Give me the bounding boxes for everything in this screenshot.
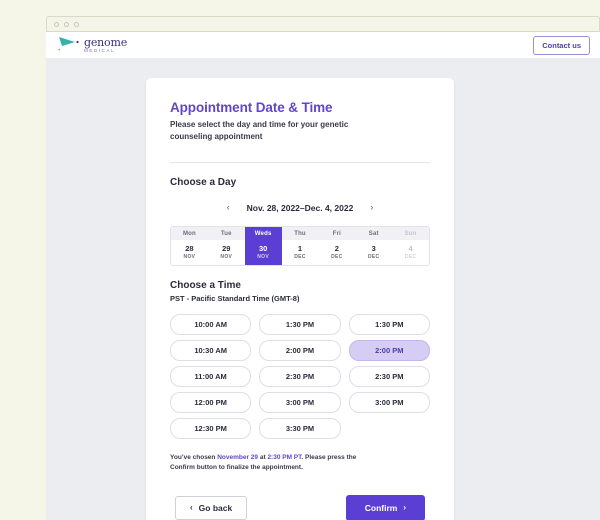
week-navigator: ‹ Nov. 28, 2022–Dec. 4, 2022 ›	[170, 201, 430, 214]
genome-medical-logo[interactable]: genome MEDICAL	[58, 35, 127, 56]
note-prefix: You’ve chosen	[170, 454, 218, 462]
chevron-right-icon: ›	[403, 503, 406, 513]
day-month-label: DEC	[404, 254, 417, 261]
time-slot-chip[interactable]: 12:30 PM	[170, 418, 252, 440]
time-slot-chip[interactable]: 2:00 PM	[348, 340, 430, 362]
time-slot-chip[interactable]: 3:30 PM	[259, 418, 341, 440]
time-slot-chip[interactable]: 1:30 PM	[259, 314, 341, 336]
appointment-card: Appointment Date & Time Please select th…	[146, 78, 454, 520]
logo-subword: MEDICAL	[84, 47, 116, 53]
time-slot-chip[interactable]: 11:00 AM	[170, 366, 252, 388]
chevron-left-icon: ‹	[190, 503, 193, 513]
day-cell[interactable]: Fri 2 DEC	[318, 227, 356, 266]
app-body: Appointment Date & Time Please select th…	[46, 58, 600, 520]
day-cell[interactable]: Sat 3 DEC	[355, 227, 393, 266]
header-divider	[170, 162, 430, 164]
time-slot-chip[interactable]: 10:30 AM	[170, 340, 252, 362]
timezone-label: PST - Pacific Standard Time (GMT-8)	[170, 294, 300, 304]
note-date: November 29	[217, 454, 259, 462]
browser-chrome-bar	[46, 16, 600, 32]
day-of-week-label: Fri	[318, 227, 356, 241]
day-number-label: 29	[222, 244, 231, 254]
day-number-label: 3	[371, 244, 376, 254]
window-minimize-dot[interactable]	[64, 21, 69, 27]
time-slot-chip[interactable]: 10:00 AM	[170, 314, 252, 336]
time-slot-chip[interactable]: 2:30 PM	[259, 366, 341, 388]
go-back-label: Go back	[198, 503, 233, 514]
day-cell: Sun 4 DEC	[392, 227, 429, 266]
day-number-label: 4	[408, 244, 413, 254]
day-number-label: 2	[334, 244, 339, 254]
time-slot-chip[interactable]: 2:00 PM	[259, 340, 341, 362]
day-month-label: DEC	[331, 254, 343, 261]
card-actions: ‹ Go back Confirm ›	[170, 495, 430, 520]
selection-note: You’ve chosen November 29 at 2:30 PM PT.…	[170, 453, 360, 473]
choose-a-time-heading: Choose a Time	[170, 280, 241, 292]
arrow-logo-icon	[58, 35, 80, 56]
confirm-button[interactable]: Confirm ›	[345, 495, 425, 520]
logo-word: genome	[84, 35, 127, 49]
window-close-dot[interactable]	[54, 21, 59, 27]
go-back-button[interactable]: ‹ Go back	[175, 496, 248, 520]
previous-week-icon[interactable]: ‹	[224, 201, 233, 214]
day-of-week-label: Thu	[281, 227, 319, 241]
day-cell[interactable]: Tue 29 NOV	[207, 227, 245, 266]
page-title: Appointment Date & Time	[170, 100, 333, 115]
time-slot-placeholder	[349, 418, 430, 439]
logo-wordmark: genome MEDICAL	[84, 37, 127, 54]
day-of-week-label: Weds	[244, 227, 282, 241]
day-cell[interactable]: Weds 30 NOV	[244, 227, 282, 266]
day-cell[interactable]: Mon 28 NOV	[171, 227, 208, 266]
time-slot-chip[interactable]: 1:30 PM	[348, 314, 430, 336]
day-selector: Mon 28 NOV Tue 29 NOV Weds 30 NOV Thu 1 DEC Fri 2 DEC S…	[170, 226, 430, 267]
day-cell[interactable]: Thu 1 DEC	[281, 227, 319, 266]
window-maximize-dot[interactable]	[74, 21, 79, 27]
day-month-label: DEC	[294, 254, 306, 261]
next-week-icon[interactable]: ›	[367, 201, 376, 214]
page-subtitle: Please select the day and time for your …	[170, 120, 349, 141]
day-of-week-label: Sun	[392, 227, 429, 241]
time-slot-chip[interactable]: 2:30 PM	[348, 366, 430, 388]
day-month-label: NOV	[220, 254, 233, 261]
day-number-label: 28	[185, 244, 194, 254]
choose-a-day-heading: Choose a Day	[170, 177, 237, 189]
day-month-label: NOV	[257, 254, 270, 261]
week-range-label: Nov. 28, 2022–Dec. 4, 2022	[246, 202, 354, 213]
day-of-week-label: Tue	[207, 227, 245, 241]
day-number-label: 30	[258, 244, 268, 254]
day-of-week-label: Mon	[171, 227, 208, 241]
browser-window: genome MEDICAL Contact us Appointment Da…	[46, 16, 600, 520]
day-number-label: 1	[297, 244, 303, 254]
time-slot-grid: 10:00 AM 1:30 PM 1:30 PM 10:30 AM 2:00 PM 2:0…	[170, 314, 430, 440]
app-header: genome MEDICAL Contact us	[46, 32, 600, 58]
contact-us-button[interactable]: Contact us	[533, 35, 590, 55]
note-time: 2:30 PM PT	[267, 454, 302, 462]
day-month-label: DEC	[367, 254, 380, 261]
day-month-label: NOV	[183, 254, 196, 261]
time-slot-chip[interactable]: 12:00 PM	[170, 392, 252, 414]
time-slot-chip[interactable]: 3:00 PM	[348, 392, 430, 414]
time-slot-chip[interactable]: 3:00 PM	[259, 392, 341, 414]
confirm-label: Confirm	[364, 503, 398, 514]
day-of-week-label: Sat	[355, 227, 393, 241]
